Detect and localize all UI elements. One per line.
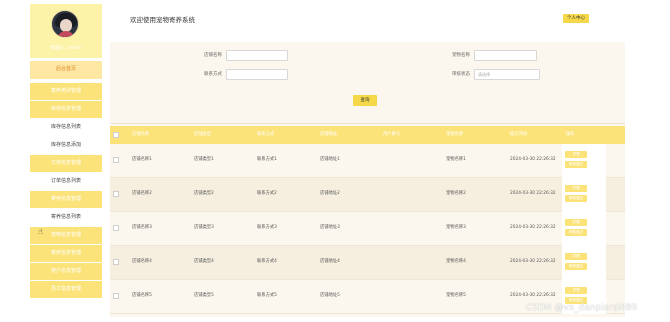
cell: 店铺类型4: [194, 259, 214, 264]
row-checkbox[interactable]: [113, 293, 119, 299]
cell: 宠物名称3: [446, 225, 466, 230]
select-all-checkbox[interactable]: [113, 132, 119, 138]
topbar: 欢迎使用宠物寄养系统 个人中心: [102, 4, 632, 32]
col-header: 联系方式: [257, 132, 275, 137]
sidebar-item-user-mgmt[interactable]: 用户信息管理: [30, 262, 102, 280]
cell: 店铺名称3: [132, 225, 152, 230]
table-row[interactable]: 店铺名称3 店铺类型3 联系方式3 店铺地址3 宠物名称3 2024-03-30…: [110, 212, 625, 246]
cell: 店铺类型1: [194, 157, 214, 162]
main-panel: 店铺名称 宠物名称 联系方式 审核状态 请选择 查询 店铺名称 店铺类型 联系方…: [110, 42, 625, 317]
contact-input[interactable]: [226, 69, 288, 80]
table-row[interactable]: 店铺名称1 店铺类型1 联系方式1 店铺地址1 宠物名称1 2024-03-30…: [110, 144, 625, 178]
approve-button[interactable]: 审核通过: [565, 229, 587, 236]
table-row[interactable]: 店铺名称4 店铺类型4 联系方式4 店铺地址4 宠物名称4 2024-03-30…: [110, 246, 625, 280]
cell: 联系方式4: [257, 259, 277, 264]
cell: 联系方式5: [257, 293, 277, 298]
detail-button[interactable]: 详情: [565, 287, 587, 294]
search-form: 店铺名称 宠物名称 联系方式 审核状态 请选择 查询: [110, 42, 625, 117]
cell: 店铺名称5: [132, 293, 152, 298]
cell: 店铺地址3: [320, 225, 340, 230]
sidebar-item-order-list[interactable]: 订单信息列表: [30, 172, 102, 190]
cell: 宠物名称5: [446, 293, 466, 298]
col-header: 操作: [566, 132, 575, 137]
user-center-button[interactable]: 个人中心: [563, 14, 589, 23]
col-header: 店铺地址: [320, 132, 338, 137]
hand-cursor-icon: ☝: [38, 227, 43, 236]
col-header: 用户账号: [383, 132, 401, 137]
cell: 联系方式3: [257, 225, 277, 230]
cell: 店铺类型5: [194, 293, 214, 298]
row-checkbox[interactable]: [113, 191, 119, 197]
cell: 宠物名称2: [446, 191, 466, 196]
detail-button[interactable]: 详情: [565, 219, 587, 226]
watermark-text: CSDN @vx_danpianji889: [526, 303, 638, 313]
sidebar-item-boarding-mgmt[interactable]: 寄养信息管理: [30, 190, 102, 208]
actions-cell: 详情 审核通过: [562, 144, 606, 178]
cell: 店铺名称4: [132, 259, 152, 264]
sidebar-item-staff-mgmt[interactable]: 员工信息管理: [30, 280, 102, 298]
row-checkbox[interactable]: [113, 157, 119, 163]
approve-button[interactable]: 审核通过: [565, 195, 587, 202]
shop-name-input[interactable]: [226, 50, 288, 61]
sidebar-item-home[interactable]: 后台首页: [30, 61, 102, 79]
cell: 宠物名称4: [446, 259, 466, 264]
detail-button[interactable]: 详情: [565, 253, 587, 260]
row-checkbox[interactable]: [113, 259, 119, 265]
actions-cell: 详情 审核通过: [562, 246, 606, 280]
avatar[interactable]: [51, 10, 79, 38]
cell: 店铺地址4: [320, 259, 340, 264]
cell: 店铺地址5: [320, 293, 340, 298]
detail-button[interactable]: 详情: [565, 151, 587, 158]
cell: 2024-03-30 22:26:32: [510, 259, 556, 264]
divider: [110, 123, 625, 124]
actions-cell: 详情 审核通过: [562, 212, 606, 246]
status-select[interactable]: 请选择: [474, 69, 540, 80]
sidebar-menu: 后台首页 寄养类别管理 库存信息管理 库存信息列表 库存信息添加 订单信息管理 …: [30, 61, 102, 298]
profile-panel: 管理员：admin: [30, 4, 102, 58]
sidebar: 管理员：admin 后台首页 寄养类别管理 库存信息管理 库存信息列表 库存信息…: [30, 4, 102, 322]
col-header: 店铺类型: [194, 132, 212, 137]
table-header: 店铺名称 店铺类型 联系方式 店铺地址 用户账号 宠物名称 提交时间 操作: [110, 126, 625, 144]
pet-name-input[interactable]: [474, 50, 537, 61]
sidebar-item-boarding-mgmt-2[interactable]: 寄养信息管理: [30, 244, 102, 262]
sidebar-item-stock-add[interactable]: 库存信息添加: [30, 136, 102, 154]
username-label: 管理员：admin: [49, 46, 83, 51]
cell: 店铺类型3: [194, 225, 214, 230]
contact-label: 联系方式: [204, 72, 222, 77]
approve-button[interactable]: 审核通过: [565, 161, 587, 168]
cell: 店铺名称1: [132, 157, 152, 162]
actions-cell: 详情 审核通过: [562, 178, 606, 212]
page-title: 欢迎使用宠物寄养系统: [130, 16, 195, 24]
row-checkbox[interactable]: [113, 225, 119, 231]
col-header: 店铺名称: [132, 132, 150, 137]
cell: 2024-03-30 22:26:32: [510, 157, 556, 162]
pet-name-label: 宠物名称: [452, 53, 470, 58]
detail-button[interactable]: 详情: [565, 185, 587, 192]
status-label: 审核状态: [452, 72, 470, 77]
shop-name-label: 店铺名称: [204, 53, 222, 58]
data-table: 店铺名称 店铺类型 联系方式 店铺地址 用户账号 宠物名称 提交时间 操作 店铺…: [110, 126, 625, 314]
cell: 宠物名称1: [446, 157, 466, 162]
cell: 店铺地址1: [320, 157, 340, 162]
sidebar-item-boarding-list[interactable]: 寄养信息列表: [30, 208, 102, 226]
col-header: 宠物名称: [446, 132, 464, 137]
cell: 店铺类型2: [194, 191, 214, 196]
cell: 店铺名称2: [132, 191, 152, 196]
cell: 店铺地址2: [320, 191, 340, 196]
approve-button[interactable]: 审核通过: [565, 263, 587, 270]
sidebar-item-category-mgmt[interactable]: 寄养类别管理: [30, 82, 102, 100]
cell: 联系方式1: [257, 157, 277, 162]
cell: 2024-03-30 22:26:32: [510, 191, 556, 196]
col-header: 提交时间: [510, 132, 528, 137]
sidebar-item-stock-list[interactable]: 库存信息列表: [30, 118, 102, 136]
sidebar-item-stock-mgmt[interactable]: 库存信息管理: [30, 100, 102, 118]
cell: 联系方式2: [257, 191, 277, 196]
sidebar-item-order-mgmt[interactable]: 订单信息管理: [30, 154, 102, 172]
cell: 2024-03-30 22:26:32: [510, 225, 556, 230]
table-row[interactable]: 店铺名称2 店铺类型2 联系方式2 店铺地址2 宠物名称2 2024-03-30…: [110, 178, 625, 212]
search-button[interactable]: 查询: [353, 95, 377, 106]
